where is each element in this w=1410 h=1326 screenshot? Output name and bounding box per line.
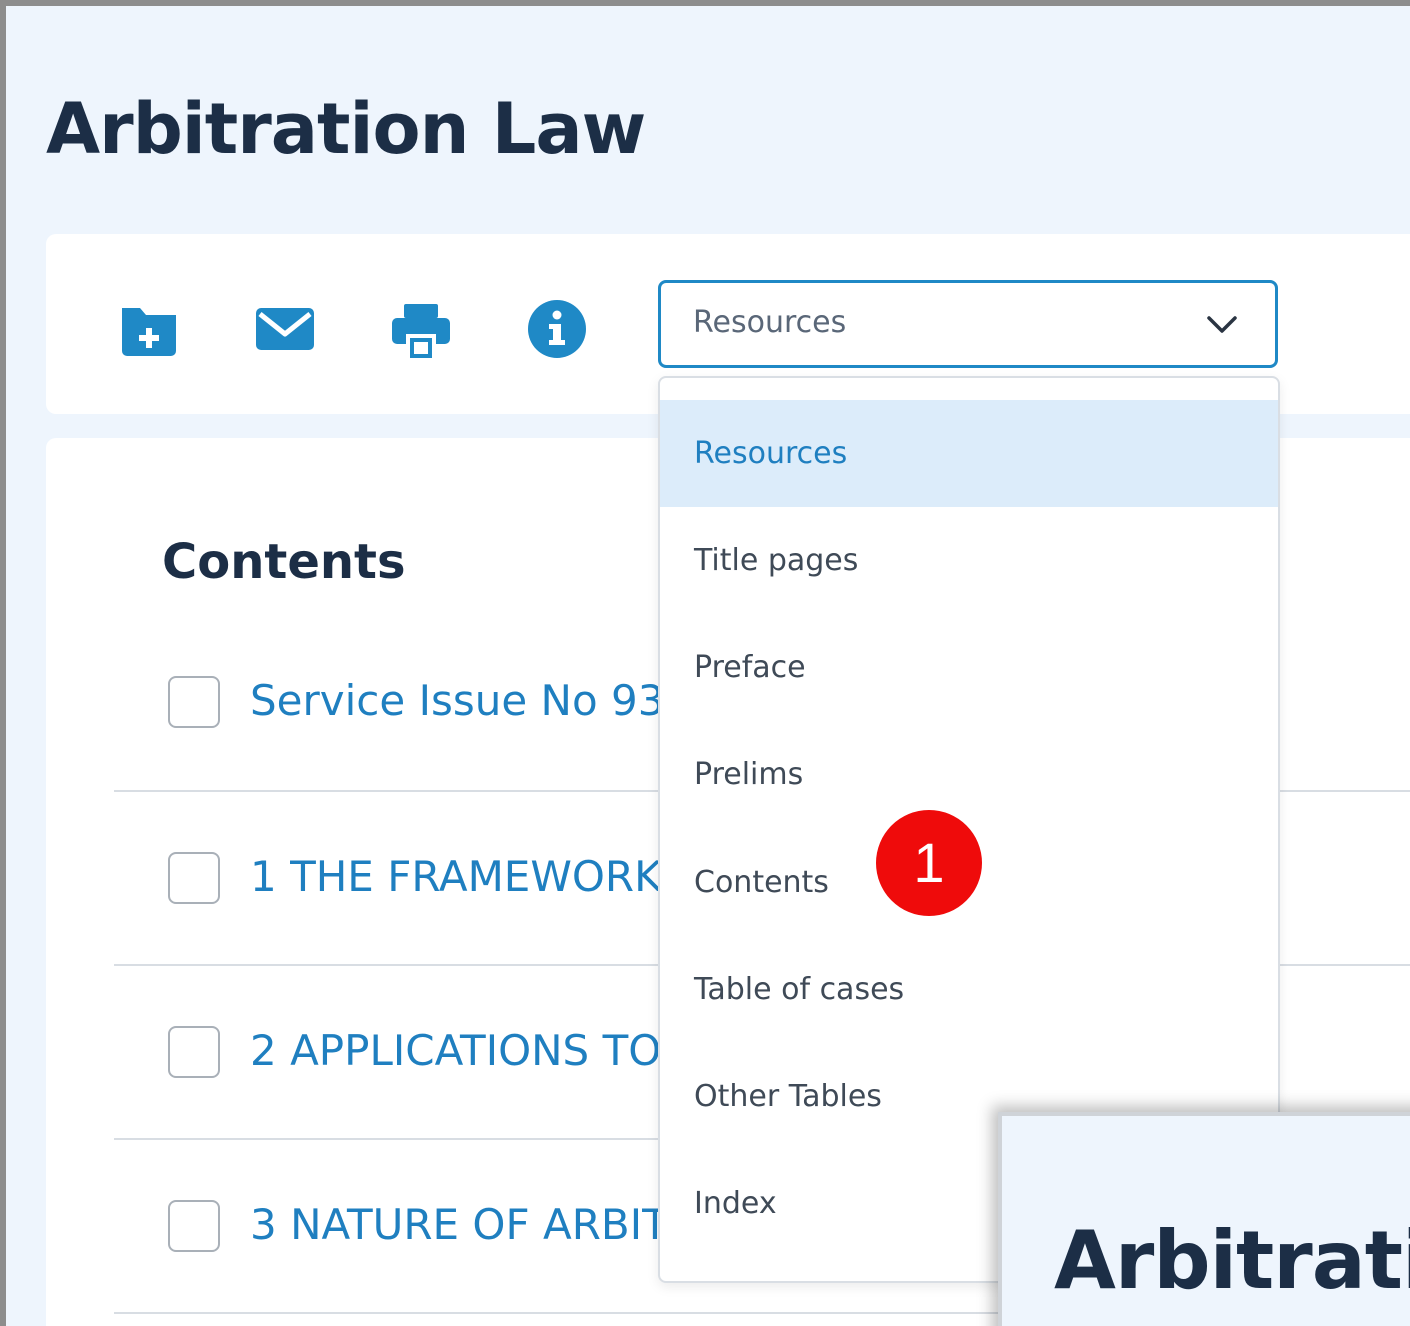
dropdown-option-prelims[interactable]: Prelims <box>660 721 1278 828</box>
dropdown-option-table-of-cases[interactable]: Table of cases <box>660 936 1278 1043</box>
dropdown-option-preface[interactable]: Preface <box>660 614 1278 721</box>
contents-heading: Contents <box>162 534 406 590</box>
folder-plus-icon[interactable] <box>118 298 180 360</box>
toc-checkbox[interactable] <box>168 1200 220 1252</box>
toc-checkbox[interactable] <box>168 676 220 728</box>
toc-checkbox[interactable] <box>168 1026 220 1078</box>
envelope-icon[interactable] <box>254 298 316 360</box>
dropdown-option-title-pages[interactable]: Title pages <box>660 507 1278 614</box>
toc-link[interactable]: 1 THE FRAMEWORK <box>250 852 662 901</box>
dropdown-option-resources[interactable]: Resources <box>660 400 1278 507</box>
toc-checkbox[interactable] <box>168 852 220 904</box>
info-icon[interactable] <box>526 298 588 360</box>
step-number-badge: 1 <box>876 810 982 916</box>
app-window: Arbitration Law Resources Contents Servi… <box>6 6 1410 1326</box>
select-value: Resources <box>693 305 847 340</box>
page-title: Arbitration Law <box>46 88 646 170</box>
printer-icon[interactable] <box>390 298 452 360</box>
zoomed-inset-panel: Arbitrati <box>998 1112 1410 1326</box>
toc-link[interactable]: Service Issue No 93 <box>250 676 664 725</box>
toc-link[interactable]: 2 APPLICATIONS TO <box>250 1026 661 1075</box>
chevron-down-icon <box>1207 316 1237 333</box>
resources-select[interactable]: Resources <box>658 280 1278 368</box>
toc-link[interactable]: 3 NATURE OF ARBIT <box>250 1200 668 1249</box>
inset-title: Arbitrati <box>1054 1214 1410 1307</box>
